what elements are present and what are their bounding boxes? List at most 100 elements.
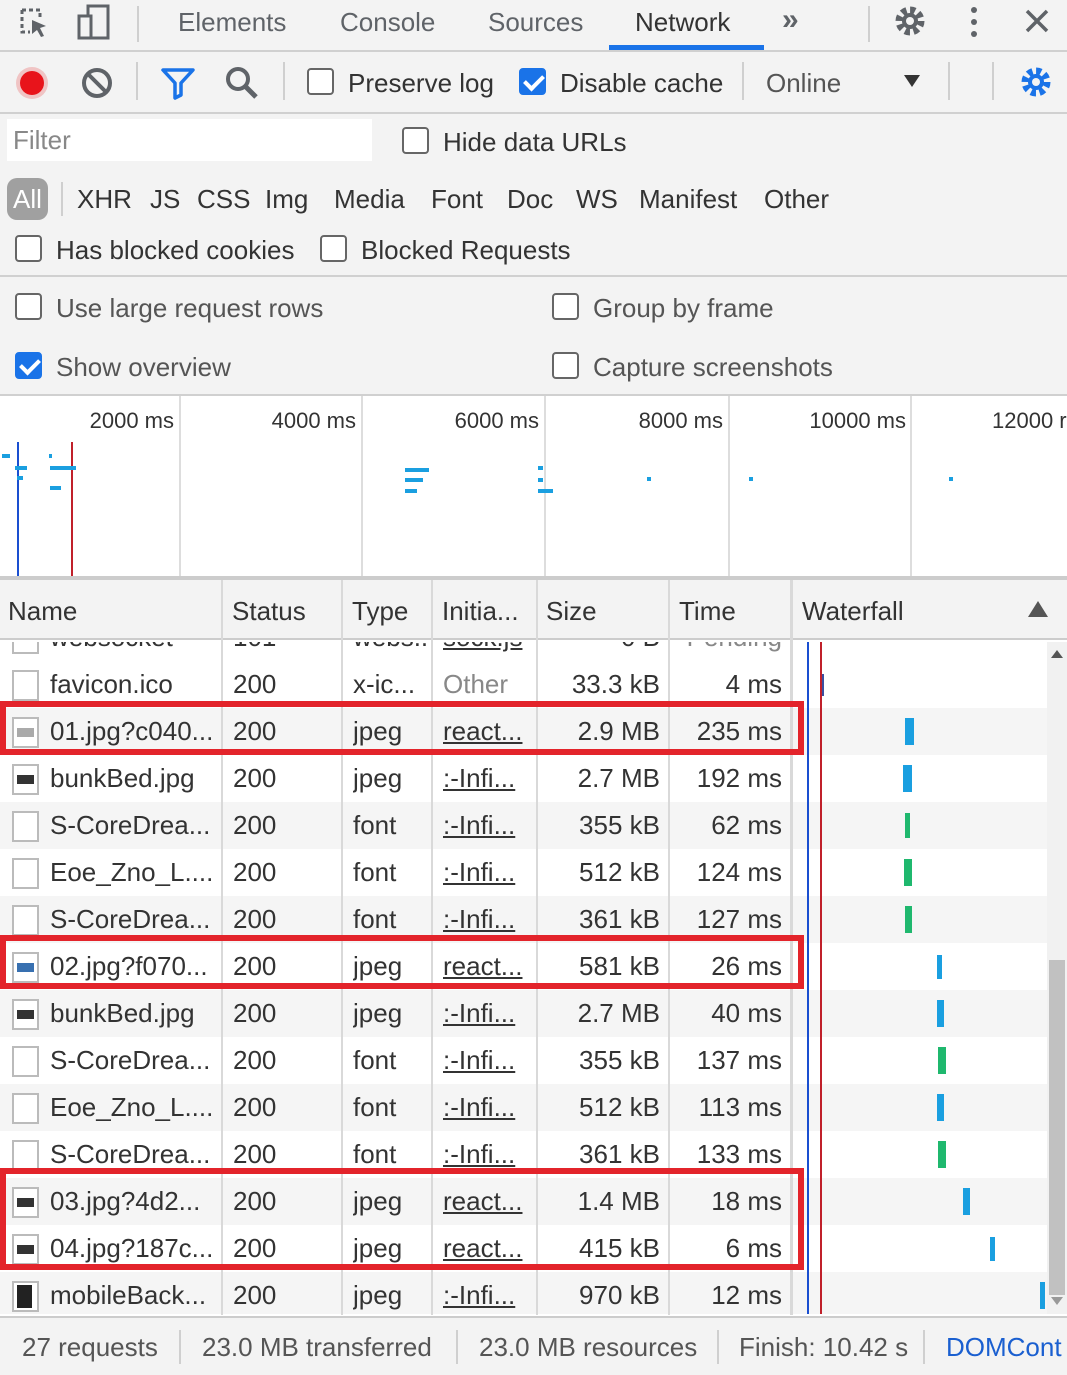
kebab-menu-icon[interactable]: [966, 6, 982, 38]
waterfall-load-line: [820, 642, 822, 1314]
capture-screenshots-checkbox[interactable]: [552, 352, 579, 379]
request-initiator[interactable]: :-Infi...: [443, 1037, 529, 1084]
request-initiator[interactable]: :-Infi...: [443, 1272, 529, 1314]
preserve-log-label[interactable]: Preserve log: [348, 68, 494, 99]
type-filter-all[interactable]: All: [7, 178, 48, 220]
record-icon[interactable]: [14, 65, 50, 101]
group-by-frame-checkbox[interactable]: [552, 293, 579, 320]
type-filter-img[interactable]: Img: [265, 178, 308, 220]
request-size: 512 kB: [579, 1092, 660, 1122]
scroll-up-icon[interactable]: [1051, 650, 1063, 658]
overview-request-mark: [749, 477, 753, 481]
table-row[interactable]: bunkBed.jpg 200 jpeg:-Infi... 2.7 MB 192 ms: [0, 755, 1047, 802]
request-initiator[interactable]: :-Infi...: [443, 849, 529, 896]
transferred-size: 23.0 MB transferred: [202, 1332, 432, 1362]
clear-icon[interactable]: [80, 66, 114, 100]
file-icon: [12, 670, 39, 701]
type-filter-doc[interactable]: Doc: [507, 178, 553, 220]
table-row[interactable]: mobileBack... 200 jpeg:-Infi... 970 kB 12 ms: [0, 1272, 1047, 1314]
filter-icon[interactable]: [160, 66, 196, 100]
capture-screenshots-label[interactable]: Capture screenshots: [593, 352, 833, 383]
column-header-waterfall[interactable]: Waterfall: [794, 580, 904, 640]
request-status: 200: [233, 857, 277, 887]
file-icon: [12, 1046, 39, 1077]
request-initiator[interactable]: :-Infi...: [443, 755, 529, 802]
request-type: jpeg: [353, 1280, 403, 1310]
file-icon: [12, 905, 39, 936]
overview-tick-label: 10000 ms: [809, 408, 906, 433]
request-size: 0 B: [540, 642, 660, 661]
column-header-status[interactable]: Status: [224, 580, 306, 640]
table-row[interactable]: Eoe_Zno_L.... 200 font:-Infi... 512 kB 113 m…: [0, 1084, 1047, 1131]
disable-cache-label[interactable]: Disable cache: [560, 68, 723, 99]
request-initiator[interactable]: :-Infi...: [443, 990, 529, 1037]
large-rows-checkbox[interactable]: [15, 293, 42, 320]
tab-sources[interactable]: Sources: [488, 0, 583, 50]
blocked-requests-label[interactable]: Blocked Requests: [361, 235, 571, 266]
type-filter-other[interactable]: Other: [764, 178, 829, 220]
type-filter-manifest[interactable]: Manifest: [639, 178, 737, 220]
network-settings-icon[interactable]: [1019, 65, 1053, 99]
table-row[interactable]: bunkBed.jpg 200 jpeg:-Infi... 2.7 MB 40 ms: [0, 990, 1047, 1037]
column-header-size[interactable]: Size: [538, 580, 597, 640]
request-initiator[interactable]: sock.js: [443, 642, 531, 661]
show-overview-label[interactable]: Show overview: [56, 352, 231, 383]
sort-ascending-icon[interactable]: [1027, 600, 1049, 618]
throttling-select[interactable]: Online: [766, 68, 841, 99]
has-blocked-cookies-checkbox[interactable]: [15, 235, 42, 262]
filter-input[interactable]: [7, 119, 372, 161]
blocked-requests-checkbox[interactable]: [320, 235, 347, 262]
preserve-log-checkbox[interactable]: [307, 68, 334, 95]
overview-request-mark: [647, 477, 651, 481]
scroll-down-icon[interactable]: [1051, 1297, 1063, 1305]
type-filter-css[interactable]: CSS: [197, 178, 250, 220]
disable-cache-checkbox[interactable]: [519, 68, 546, 95]
request-initiator[interactable]: :-Infi...: [443, 1084, 529, 1131]
request-status: 200: [233, 763, 277, 793]
group-by-frame-label[interactable]: Group by frame: [593, 293, 774, 324]
show-overview-checkbox[interactable]: [15, 352, 42, 379]
table-row[interactable]: websocket 101 webs... sock.js 0 B Pendin…: [0, 642, 1047, 661]
table-row[interactable]: S-CoreDrea... 200 font:-Infi... 355 kB 62 ms: [0, 802, 1047, 849]
device-toolbar-icon[interactable]: [76, 4, 112, 42]
type-filter-media[interactable]: Media: [334, 178, 405, 220]
has-blocked-cookies-label[interactable]: Has blocked cookies: [56, 235, 294, 266]
column-header-name[interactable]: Name: [0, 580, 77, 640]
requests-table-header: Name Status Type Initia... Size Time Wat…: [0, 580, 1067, 640]
chevron-down-icon[interactable]: [903, 74, 921, 88]
overview-timeline[interactable]: 2000 ms 4000 ms 6000 ms 8000 ms 10000 ms…: [0, 396, 1067, 576]
table-row[interactable]: S-CoreDrea... 200 font:-Infi... 355 kB 137 m…: [0, 1037, 1047, 1084]
close-icon[interactable]: [1024, 8, 1050, 34]
tab-console[interactable]: Console: [340, 0, 435, 50]
request-type: jpeg: [353, 763, 403, 793]
column-header-initiator[interactable]: Initia...: [434, 580, 519, 640]
scrollbar-thumb[interactable]: [1049, 960, 1065, 1295]
large-rows-label[interactable]: Use large request rows: [56, 293, 323, 324]
more-tabs-button[interactable]: »: [782, 0, 799, 50]
type-filter-xhr[interactable]: XHR: [77, 178, 132, 220]
request-initiator[interactable]: :-Infi...: [443, 802, 529, 849]
overview-request-mark: [538, 478, 543, 482]
hide-data-urls-label[interactable]: Hide data URLs: [443, 127, 627, 158]
type-filter-ws[interactable]: WS: [576, 178, 618, 220]
type-filter-font[interactable]: Font: [431, 178, 483, 220]
inspect-element-icon[interactable]: [18, 6, 50, 40]
type-filter-js[interactable]: JS: [150, 178, 180, 220]
table-row[interactable]: Eoe_Zno_L.... 200 font:-Infi... 512 kB 124 m…: [0, 849, 1047, 896]
column-header-type[interactable]: Type: [344, 580, 408, 640]
search-icon[interactable]: [224, 65, 260, 101]
hide-data-urls-checkbox[interactable]: [402, 127, 429, 154]
network-status-bar: 27 requests 23.0 MB transferred 23.0 MB …: [0, 1316, 1067, 1375]
request-name: S-CoreDrea...: [50, 1045, 211, 1075]
waterfall-bar: [903, 765, 912, 792]
highlight-box: [0, 1168, 804, 1270]
column-header-time[interactable]: Time: [671, 580, 736, 640]
image-thumbnail-icon: [12, 1281, 39, 1312]
gear-icon[interactable]: [893, 4, 927, 38]
tab-elements[interactable]: Elements: [178, 0, 286, 50]
overview-tick-label: 12000 r: [992, 408, 1067, 433]
request-time: 137 ms: [696, 1045, 782, 1075]
tab-network[interactable]: Network: [635, 0, 730, 50]
request-size: 355 kB: [579, 810, 660, 840]
resources-size: 23.0 MB resources: [479, 1332, 698, 1362]
